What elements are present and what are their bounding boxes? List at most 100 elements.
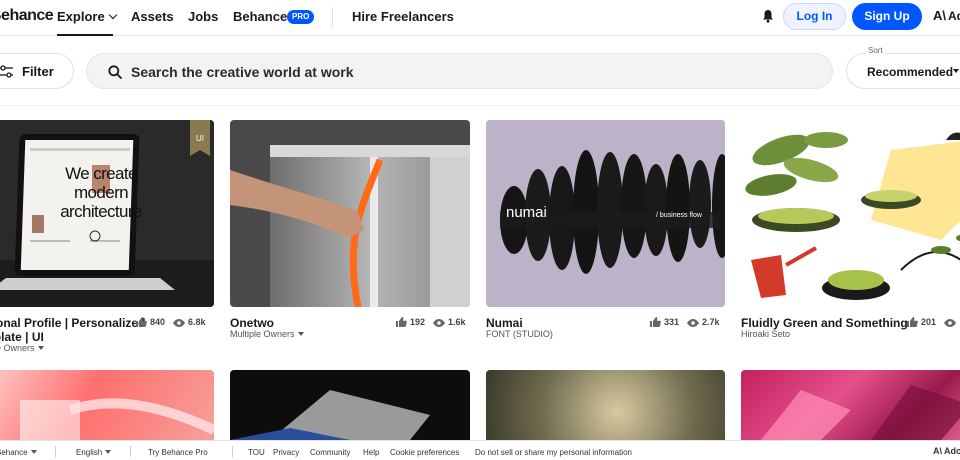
caret-down-icon [297,332,304,336]
project-owner[interactable]: Multiple Owners [230,329,304,339]
footer-language-label: English [76,448,103,457]
footer-cookie-preferences[interactable]: Cookie preferences [390,448,459,457]
chevron-down-icon [953,69,959,73]
thumbs-up-icon [907,317,918,327]
project-title[interactable]: Personal Profile | Personalized [0,316,145,330]
views-count: 6.8k [188,317,206,327]
section-divider [0,105,960,106]
sort-dropdown[interactable]: Recommended [846,53,960,89]
footer-behance-menu[interactable]: Behance [0,448,37,457]
footer-divider [232,446,233,457]
project-thumbnail[interactable]: We create modern architecture UI [0,120,214,307]
adobe-label: Adobe [948,9,960,23]
caret-down-icon [30,450,37,454]
likes-count: 840 [150,317,166,327]
sort-caption: Sort [866,46,885,55]
nav-assets[interactable]: Assets [131,9,174,24]
nav-explore-label: Explore [57,9,105,24]
footer-adobe-link[interactable]: A\Adobe [933,446,960,456]
caret-down-icon [105,450,112,454]
project-stats: 840 6.8k [136,317,206,327]
thumbs-up-icon [650,317,661,327]
adobe-link[interactable]: A\Adobe [933,8,960,23]
footer-privacy[interactable]: Privacy [273,448,299,457]
toothbrush-image [20,398,214,440]
project-thumbnail[interactable] [230,370,470,440]
owner-label: Multiple Owners [230,329,295,339]
footer-help[interactable]: Help [363,448,379,457]
footer-community[interactable]: Community [310,448,350,457]
adobe-logo-icon: A\ [933,8,946,23]
footer-divider [130,446,131,457]
top-navigation: Behance Explore Assets Jobs Behance PRO … [0,0,960,36]
nav-behance-pro[interactable]: Behance [233,9,287,24]
filter-label: Filter [22,64,54,79]
project-thumbnail[interactable] [741,120,960,307]
hero-text: We create modern architecture [60,164,142,221]
sort-value: Recommended [867,65,954,79]
project-card[interactable]: numai / business flow Numai FONT (STUDIO… [486,120,725,360]
adobe-logo-icon: A\ [933,446,942,456]
project-thumbnail[interactable] [486,370,725,440]
footer-adobe-label: Adobe [944,446,960,456]
project-title[interactable]: Onetwo [230,316,274,330]
eye-icon [687,319,700,327]
project-card[interactable]: Onetwo Multiple Owners 192 1.6k [230,120,470,360]
project-thumbnail[interactable] [230,120,470,307]
behance-logo[interactable]: Behance [0,7,54,25]
footer-behance-label: Behance [0,448,28,457]
search-placeholder: Search the creative world at work [131,64,354,80]
plants-illustration-image [741,120,960,307]
project-thumbnail[interactable] [0,370,214,440]
project-stats: 331 2.7k [650,317,720,327]
project-title-continued[interactable]: Template | UI [0,330,44,344]
thumbs-up-icon [396,317,407,327]
owner-label: Multiple Owners [0,343,35,353]
door-photo-image [230,120,470,307]
nav-hire-freelancers[interactable]: Hire Freelancers [352,9,454,24]
nav-divider [332,7,333,27]
project-card[interactable]: Fluidly Green and Something Hiroaki Seto… [741,120,960,360]
bell-icon[interactable] [762,9,774,23]
eye-icon [173,319,186,327]
project-stats: 201 [907,317,959,327]
signup-button[interactable]: Sign Up [852,3,922,30]
project-thumbnail[interactable]: numai / business flow [486,120,725,307]
project-owner[interactable]: Multiple Owners [0,343,44,353]
project-owner[interactable]: Hiroaki Seto [741,329,790,339]
art-tag: / business flow [656,212,702,219]
nav-jobs[interactable]: Jobs [188,9,218,24]
footer-divider [55,446,56,457]
footer-language-menu[interactable]: English [76,448,112,457]
search-icon [108,65,122,79]
pink-3d-letters-image [761,385,960,440]
filter-sliders-icon [0,65,13,78]
chevron-down-icon [108,10,117,20]
project-card[interactable]: We create modern architecture UI Persona… [0,120,214,360]
pro-badge: PRO [287,10,315,24]
footer-tou[interactable]: TOU [248,448,265,457]
thumbs-up-icon [136,317,147,327]
footer: Behance English Try Behance Pro TOU Priv… [0,440,960,460]
project-title[interactable]: Fluidly Green and Something [741,316,908,330]
project-stats: 192 1.6k [396,317,466,327]
likes-count: 201 [921,317,937,327]
login-button[interactable]: Log In [783,3,846,30]
ui-badge: UI [196,134,204,143]
filter-button[interactable]: Filter [0,53,74,89]
project-title[interactable]: Numai [486,316,523,330]
caret-down-icon [37,346,44,350]
views-count: 2.7k [702,317,720,327]
search-input[interactable]: Search the creative world at work [86,53,833,89]
views-count: 1.6k [448,317,466,327]
eye-icon [944,319,957,327]
likes-count: 331 [664,317,680,327]
project-thumbnail[interactable] [741,370,960,440]
footer-do-not-sell[interactable]: Do not sell or share my personal informa… [475,448,632,457]
footer-try-pro[interactable]: Try Behance Pro [148,448,208,457]
nav-explore[interactable]: Explore [57,9,117,24]
eye-icon [433,319,446,327]
project-owner[interactable]: FONT (STUDIO) [486,329,553,339]
likes-count: 192 [410,317,426,327]
concrete-block-image [230,390,430,440]
